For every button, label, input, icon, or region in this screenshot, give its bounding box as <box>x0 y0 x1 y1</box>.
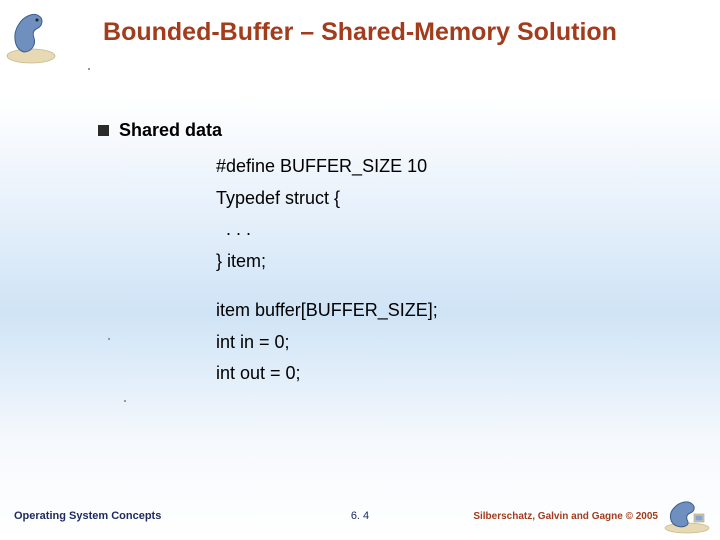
decorative-dot <box>108 338 110 340</box>
code-line: } item; <box>216 246 658 278</box>
code-line: #define BUFFER_SIZE 10 <box>216 151 658 183</box>
square-bullet-icon <box>98 125 109 136</box>
spacer <box>216 277 658 295</box>
code-line: item buffer[BUFFER_SIZE]; <box>216 295 658 327</box>
dinosaur-logo-bottom <box>662 494 712 534</box>
code-line: Typedef struct { <box>216 183 658 215</box>
bullet-item: Shared data <box>98 120 658 141</box>
decorative-dot <box>88 68 90 70</box>
footer-copyright: Silberschatz, Galvin and Gagne © 2005 <box>473 511 658 522</box>
decorative-dot <box>124 400 126 402</box>
slide: Bounded-Buffer – Shared-Memory Solution … <box>0 0 720 540</box>
code-line: int in = 0; <box>216 327 658 359</box>
code-line: . . . <box>216 214 658 246</box>
bullet-label: Shared data <box>119 120 222 141</box>
content-area: Shared data #define BUFFER_SIZE 10 Typed… <box>98 120 658 390</box>
code-line: int out = 0; <box>216 358 658 390</box>
code-block: #define BUFFER_SIZE 10 Typedef struct { … <box>216 151 658 390</box>
slide-title: Bounded-Buffer – Shared-Memory Solution <box>0 18 720 47</box>
